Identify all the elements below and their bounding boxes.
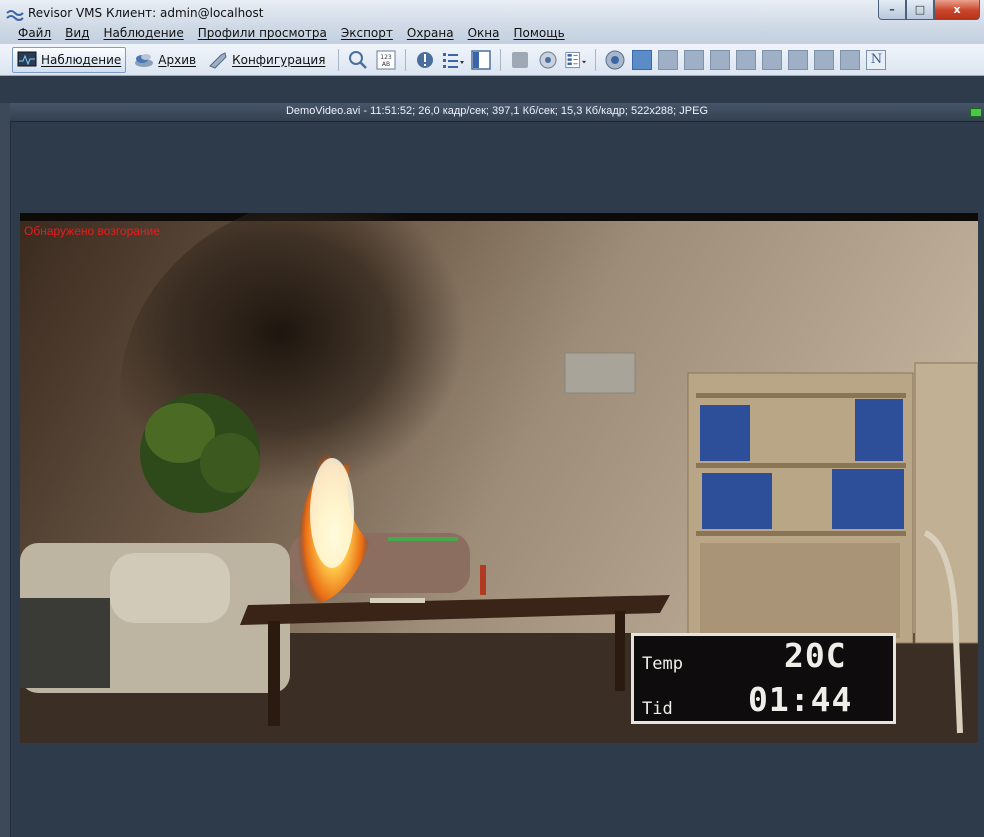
maximize-button[interactable]: □ xyxy=(906,0,934,20)
menu-view-profiles[interactable]: Профили просмотра xyxy=(198,26,327,40)
menu-monitoring[interactable]: Наблюдение xyxy=(103,26,183,40)
layout-5x5-button[interactable] xyxy=(840,49,861,70)
minimize-button[interactable]: – xyxy=(878,0,906,20)
plant xyxy=(140,393,260,513)
alert-icon xyxy=(417,51,434,68)
list-button[interactable] xyxy=(442,49,465,71)
layout-1-7-button[interactable] xyxy=(710,49,731,70)
left-panel-edge xyxy=(0,103,11,837)
bottle xyxy=(480,565,486,595)
main-toolbar: Наблюдение Архив Конфигурация 123 AB N xyxy=(0,44,984,76)
side-table xyxy=(20,598,110,688)
menu-export[interactable]: Экспорт xyxy=(341,26,393,40)
channel-header: DemoVideo.avi - 11:51:52; 26,0 кадр/сек;… xyxy=(10,103,984,122)
fire-alarm-text: Обнаружено возгорание xyxy=(24,224,160,238)
disabled-button[interactable] xyxy=(509,49,531,71)
temp-label: Temp xyxy=(642,654,683,674)
menu-view[interactable]: Вид xyxy=(65,26,89,40)
menu-help[interactable]: Помощь xyxy=(514,26,565,40)
list-icon xyxy=(443,52,465,68)
app-window: Revisor VMS Клиент: admin@localhost – □ … xyxy=(0,0,984,837)
config-wrench-icon xyxy=(209,51,227,69)
monitor-icon xyxy=(17,51,37,66)
temp-value: 20C xyxy=(784,636,847,675)
layout-4x4-button[interactable] xyxy=(814,49,835,70)
layout-menu-button[interactable] xyxy=(565,49,587,71)
mode-archive-label: Архив xyxy=(158,52,197,67)
panel-button[interactable] xyxy=(470,49,492,71)
numbering-button[interactable]: 123 AB xyxy=(375,49,397,71)
mode-configuration-button[interactable]: Конфигурация xyxy=(204,48,329,72)
mode-monitoring-label: Наблюдение xyxy=(41,52,122,67)
toolbar-separator xyxy=(595,48,597,71)
channel-status-indicator xyxy=(970,108,982,117)
search-icon xyxy=(349,50,368,69)
toolbar-separator xyxy=(338,48,340,71)
layout-menu-icon xyxy=(565,51,587,68)
mode-archive-button[interactable]: Архив xyxy=(130,48,200,72)
layout-1x1-button[interactable] xyxy=(632,49,653,70)
menu-bar: Файл Вид Наблюдение Профили просмотра Эк… xyxy=(0,22,984,44)
svg-text:AB: AB xyxy=(382,61,390,68)
layout-1-12-button[interactable] xyxy=(788,49,809,70)
time-value: 01:44 xyxy=(748,680,853,719)
layout-2-8-button[interactable] xyxy=(762,49,783,70)
numbering-icon: 123 AB xyxy=(376,50,396,69)
layout-2x2-button[interactable] xyxy=(658,49,679,70)
alert-button[interactable] xyxy=(414,49,436,71)
time-label: Tid xyxy=(642,699,673,719)
mode-configuration-label: Конфигурация xyxy=(232,52,326,67)
numbering-text: 123 xyxy=(381,54,393,61)
camera-button[interactable] xyxy=(604,49,626,71)
close-button[interactable]: x xyxy=(934,0,980,20)
temperature-time-overlay: Temp 20C Tid 01:44 xyxy=(631,633,896,724)
wall-sign xyxy=(564,352,636,394)
toolbar-separator xyxy=(405,48,407,71)
app-logo-icon xyxy=(6,10,24,21)
detection-marker xyxy=(388,537,458,541)
shelf-unit xyxy=(687,372,914,644)
mode-monitoring-button[interactable]: Наблюдение xyxy=(12,46,127,73)
disk-icon xyxy=(539,51,557,68)
search-button[interactable] xyxy=(347,49,369,71)
disabled-icon xyxy=(512,51,529,68)
menu-windows[interactable]: Окна xyxy=(468,26,500,40)
window-title: Revisor VMS Клиент: admin@localhost xyxy=(28,6,264,20)
custom-layout-button[interactable]: N xyxy=(866,49,887,70)
fire-core xyxy=(310,458,354,568)
menu-file[interactable]: Файл xyxy=(18,26,51,40)
menu-security[interactable]: Охрана xyxy=(407,26,454,40)
archive-icon xyxy=(135,53,154,67)
disk-button[interactable] xyxy=(537,49,559,71)
panel-icon xyxy=(471,49,492,70)
toolbar-separator xyxy=(500,48,502,71)
layout-3x3-button[interactable] xyxy=(736,49,757,70)
frame-border xyxy=(20,213,978,221)
channel-info: DemoVideo.avi - 11:51:52; 26,0 кадр/сек;… xyxy=(285,105,709,117)
window-controls: – □ x xyxy=(878,0,980,22)
layout-1-5-button[interactable] xyxy=(684,49,705,70)
camera-icon xyxy=(605,50,625,69)
shelf-unit-right xyxy=(914,362,978,644)
